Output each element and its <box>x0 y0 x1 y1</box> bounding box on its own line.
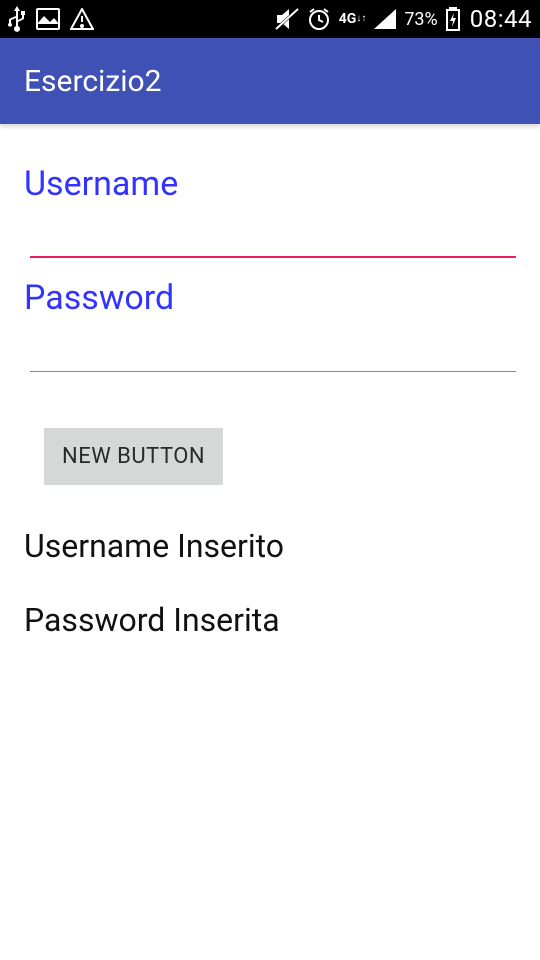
status-bar: 4G↓↑ 73% 08:44 <box>0 0 540 38</box>
app-bar: Esercizio2 <box>0 38 540 124</box>
password-result-text: Password Inserita <box>24 601 516 639</box>
username-label: Username <box>24 164 516 204</box>
password-input[interactable] <box>30 324 516 372</box>
clock-time: 08:44 <box>470 5 532 33</box>
image-icon <box>36 8 60 30</box>
warning-icon <box>70 8 94 30</box>
alarm-icon <box>307 7 331 31</box>
battery-percent: 73% <box>404 9 437 30</box>
status-right: 4G↓↑ 73% 08:44 <box>275 5 532 33</box>
main-content: Username Password NEW BUTTON Username In… <box>0 124 540 659</box>
battery-charging-icon <box>446 7 460 31</box>
signal-icon <box>374 9 396 29</box>
mute-icon <box>275 8 299 30</box>
submit-button[interactable]: NEW BUTTON <box>44 428 223 485</box>
network-4g-icon: 4G↓↑ <box>339 12 367 26</box>
username-input[interactable] <box>30 210 516 258</box>
password-label: Password <box>24 278 516 318</box>
status-left <box>8 6 94 32</box>
username-result-text: Username Inserito <box>24 527 516 565</box>
app-title: Esercizio2 <box>24 64 161 99</box>
usb-icon <box>8 6 26 32</box>
